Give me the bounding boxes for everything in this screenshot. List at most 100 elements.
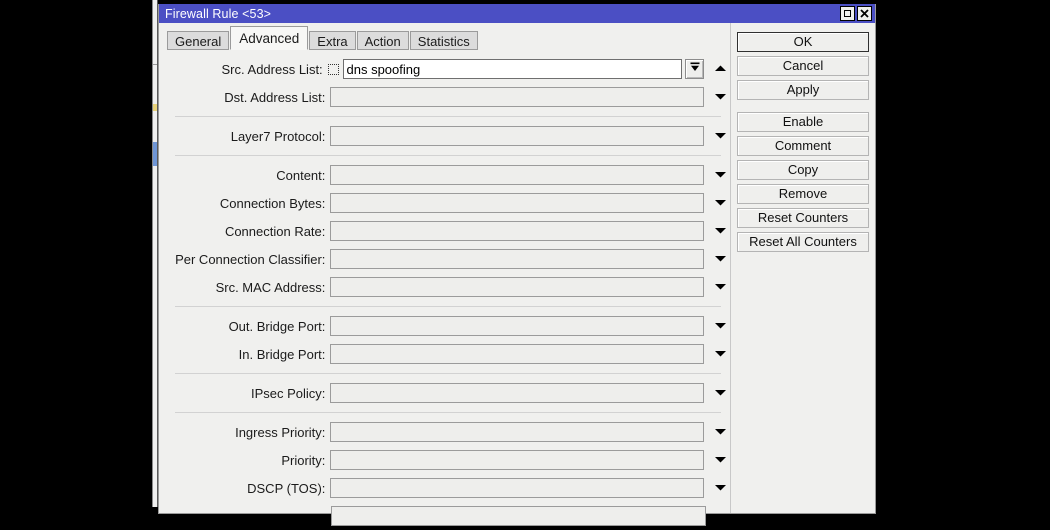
input-field[interactable] [331,506,706,526]
copy-button[interactable]: Copy [737,160,869,180]
dialog-body: General Advanced Extra Action Statistics Src… [159,23,875,526]
label-ingress-priority: Ingress Priority: [235,424,326,440]
dropdown-arrow-in-bridge-port[interactable] [710,344,730,364]
input-ipsec-policy[interactable] [330,383,705,403]
label-content: Content: [276,167,326,183]
chevron-down-icon [714,222,727,240]
dropdown-arrow-dscp-tos[interactable] [710,478,730,498]
label-dst-address-list: Dst. Address List: [224,89,326,105]
tab-statistics[interactable]: Statistics [409,31,478,50]
form-row: Src. Address List: dns spoofing [159,55,730,83]
close-x-icon [860,9,869,18]
chevron-down-icon [714,384,727,402]
form-row: In. Bridge Port: [159,340,730,368]
chevron-down-icon [714,345,727,363]
chevron-down-icon [714,278,727,296]
form-row: Layer7 Protocol: [159,122,730,150]
dropdown-arrow-priority[interactable] [710,450,730,470]
form-row: IPsec Policy: [159,379,730,407]
apply-button[interactable]: Apply [737,80,869,100]
dropdown-arrow-ipsec-policy[interactable] [710,383,730,403]
dropdown-arrow-connection-rate[interactable] [710,221,730,241]
background-divider [153,64,157,65]
input-content[interactable] [330,165,705,185]
form-row: Connection Bytes: [159,189,730,217]
dropdown-arrow-ingress-priority[interactable] [710,422,730,442]
input-dst-address-list[interactable] [330,87,705,107]
label-in-bridge-port: In. Bridge Port: [238,346,326,362]
input-priority[interactable] [330,450,705,470]
input-ingress-priority[interactable] [330,422,705,442]
button-group-gap [731,104,875,112]
advanced-form: Src. Address List: dns spoofing Dst. Addre… [159,50,730,530]
chevron-down-icon [714,127,727,145]
cancel-button[interactable]: Cancel [737,56,869,76]
firewall-rule-dialog: Firewall Rule <53> General Advanced Extra A… [158,4,876,526]
input-dscp-tos[interactable] [330,478,705,498]
label-layer7-protocol: Layer7 Protocol: [230,128,326,144]
group-separator [175,116,721,117]
form-row: Content: [159,161,730,189]
background-row-highlight-yellow [153,104,157,111]
collapse-list-button-src-address-list[interactable] [710,59,730,79]
chevron-up-icon [714,60,727,78]
dropdown-arrow-per-connection-classifier[interactable] [710,249,730,269]
group-separator [175,373,721,374]
dialog-titlebar[interactable]: Firewall Rule <53> [159,4,875,23]
maximize-button[interactable] [840,6,855,21]
input-layer7-protocol[interactable] [330,126,705,146]
negate-checkbox-src-address-list[interactable] [327,63,339,75]
reset-all-counters-button[interactable]: Reset All Counters [737,232,869,252]
tab-extra[interactable]: Extra [309,31,356,50]
dropdown-arrow-layer7-protocol[interactable] [710,126,730,146]
dialog-title: Firewall Rule <53> [165,6,272,21]
comment-button[interactable]: Comment [737,136,869,156]
input-in-bridge-port[interactable] [330,344,705,364]
form-row: Per Connection Classifier: [159,245,730,273]
input-per-connection-classifier[interactable] [330,249,705,269]
tab-general[interactable]: General [167,31,230,50]
form-row: Ingress Priority: [159,418,730,446]
label-connection-rate: Connection Rate: [224,223,326,239]
chevron-down-icon [714,88,727,106]
dropdown-arrow-out-bridge-port[interactable] [710,316,730,336]
reset-counters-button[interactable]: Reset Counters [737,208,869,228]
dropdown-arrow-dst-address-list[interactable] [710,87,730,107]
dropdown-arrow-content[interactable] [710,165,730,185]
dropdown-arrow-connection-bytes[interactable] [710,193,730,213]
label-out-bridge-port: Out. Bridge Port: [228,318,326,334]
titlebar-button-group [840,6,872,21]
group-separator [175,306,721,307]
enable-button[interactable]: Enable [737,112,869,132]
label-src-address-list: Src. Address List: [221,61,323,77]
label-priority: Priority: [281,452,326,468]
input-connection-bytes[interactable] [330,193,705,213]
form-row: Dst. Address List: [159,83,730,111]
chevron-down-icon [714,194,727,212]
label-per-connection-classifier: Per Connection Classifier: [175,251,326,267]
tab-action[interactable]: Action [356,31,409,50]
form-pane: General Advanced Extra Action Statistics Src… [159,23,730,526]
input-connection-rate[interactable] [330,221,705,241]
ok-button[interactable]: OK [737,32,869,52]
dropdown-button-src-address-list[interactable] [684,59,705,79]
form-row: DSCP (TOS): [159,474,730,502]
input-src-address-list[interactable]: dns spoofing [342,59,682,79]
chevron-down-icon [714,479,727,497]
input-src-mac-address[interactable] [330,277,705,297]
form-row: Out. Bridge Port: [159,312,730,340]
tab-advanced[interactable]: Advanced [230,26,309,50]
label-connection-bytes: Connection Bytes: [219,195,326,211]
tab-strip: General Advanced Extra Action Statistics [159,23,730,50]
group-separator [175,155,721,156]
remove-button[interactable]: Remove [737,184,869,204]
form-row: Connection Rate: [159,217,730,245]
close-button[interactable] [857,6,872,21]
dropdown-arrow-src-mac-address[interactable] [710,277,730,297]
arrow-down-bar-icon [689,60,701,78]
input-out-bridge-port[interactable] [330,316,705,336]
form-row [159,502,730,530]
label-src-mac-address: Src. MAC Address: [215,279,326,295]
square-icon [844,10,851,17]
chevron-down-icon [714,166,727,184]
